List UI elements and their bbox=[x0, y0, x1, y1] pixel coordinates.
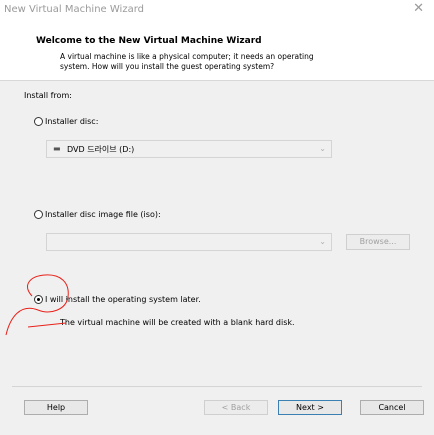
iso-radio[interactable] bbox=[34, 210, 43, 219]
cancel-button[interactable]: Cancel bbox=[360, 400, 424, 415]
iso-label[interactable]: Installer disc image file (iso): bbox=[45, 210, 161, 219]
footer-divider bbox=[12, 386, 422, 387]
browse-button[interactable]: Browse... bbox=[346, 234, 410, 250]
installer-disc-label[interactable]: Installer disc: bbox=[45, 117, 98, 126]
install-later-note: The virtual machine will be created with… bbox=[60, 318, 295, 327]
content-panel bbox=[0, 81, 434, 435]
installer-disc-dropdown[interactable]: ▬ DVD 드라이브 (D:) ⌄ bbox=[46, 140, 332, 158]
chevron-down-icon: ⌄ bbox=[319, 144, 326, 153]
wizard-description: A virtual machine is like a physical com… bbox=[60, 52, 390, 72]
install-from-label: Install from: bbox=[24, 91, 72, 100]
dvd-drive-icon: ▬ bbox=[53, 144, 61, 153]
wizard-description-line1: A virtual machine is like a physical com… bbox=[60, 52, 314, 61]
help-button[interactable]: Help bbox=[24, 400, 88, 415]
install-later-radio[interactable] bbox=[34, 295, 43, 304]
chevron-down-icon: ⌄ bbox=[319, 237, 326, 246]
installer-disc-value: DVD 드라이브 (D:) bbox=[67, 145, 135, 154]
next-button[interactable]: Next > bbox=[278, 400, 342, 415]
back-button[interactable]: < Back bbox=[204, 400, 268, 415]
wizard-heading: Welcome to the New Virtual Machine Wizar… bbox=[36, 36, 262, 46]
install-later-label[interactable]: I will install the operating system late… bbox=[45, 295, 201, 304]
wizard-description-line2: system. How will you install the guest o… bbox=[60, 62, 275, 71]
installer-disc-radio[interactable] bbox=[34, 117, 43, 126]
close-icon[interactable]: ✕ bbox=[413, 1, 424, 16]
iso-path-combobox[interactable]: ⌄ bbox=[46, 233, 332, 251]
window-title: New Virtual Machine Wizard bbox=[4, 4, 144, 15]
